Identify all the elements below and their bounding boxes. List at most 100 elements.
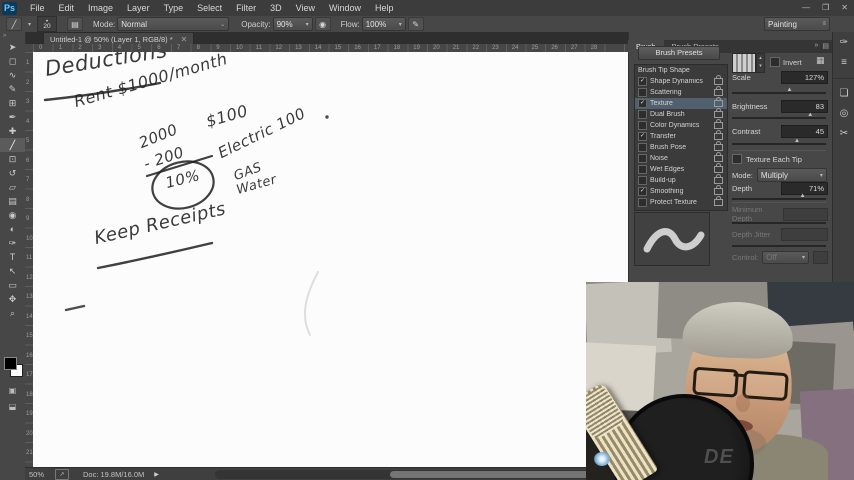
lock-icon[interactable] <box>714 163 723 173</box>
horizontal-scrollbar-thumb[interactable] <box>390 471 615 478</box>
texture-mode-select[interactable]: Multiply ▾ <box>756 168 827 182</box>
tab-close-icon[interactable]: ✕ <box>181 35 188 44</box>
eraser-tool[interactable]: ▱ <box>0 180 25 194</box>
blend-mode-select[interactable]: Normal ⌄ <box>117 17 230 31</box>
setting-checkbox[interactable] <box>638 110 647 119</box>
pressure-opacity-icon[interactable]: ◉ <box>314 17 331 31</box>
zoom-tool[interactable]: ⌕ <box>0 306 25 320</box>
foreground-color-swatch[interactable] <box>4 357 17 370</box>
healing-brush-tool[interactable]: ✚ <box>0 124 25 138</box>
lock-icon[interactable] <box>714 97 723 107</box>
menu-edit[interactable]: Edit <box>52 0 82 16</box>
lasso-tool[interactable]: ∿ <box>0 68 25 82</box>
menu-select[interactable]: Select <box>190 0 229 16</box>
marquee-tool[interactable]: ◻ <box>0 54 25 68</box>
brush-setting-texture[interactable]: ✓ Texture <box>635 97 727 109</box>
close-button[interactable]: ✕ <box>841 0 848 16</box>
texture-spinner-icon[interactable]: ▴ ▾ <box>756 53 765 73</box>
setting-checkbox[interactable] <box>638 143 647 152</box>
opacity-select[interactable]: 90% ▾ <box>272 17 313 31</box>
setting-checkbox[interactable] <box>638 154 647 163</box>
menu-view[interactable]: View <box>289 0 322 16</box>
scale-slider[interactable]: ▲ <box>732 86 826 94</box>
brush-setting-dual-brush[interactable]: Dual Brush <box>635 108 727 120</box>
type-tool[interactable]: T <box>0 250 25 264</box>
quick-selection-tool[interactable]: ✎ <box>0 82 25 96</box>
status-icon[interactable]: ↗ <box>55 469 69 480</box>
menu-filter[interactable]: Filter <box>229 0 263 16</box>
hand-tool[interactable]: ✥ <box>0 292 25 306</box>
menu-3d[interactable]: 3D <box>263 0 289 16</box>
brush-setting-noise[interactable]: Noise <box>635 152 727 164</box>
dock-brush-icon[interactable]: ✑ <box>833 32 854 52</box>
menu-file[interactable]: File <box>23 0 52 16</box>
rectangle-tool[interactable]: ▭ <box>0 278 25 292</box>
lock-icon[interactable] <box>714 108 723 118</box>
texture-swatch[interactable] <box>732 53 756 73</box>
menu-window[interactable]: Window <box>322 0 368 16</box>
eyedropper-tool[interactable]: ✒ <box>0 110 25 124</box>
brush-setting-scattering[interactable]: Scattering <box>635 86 727 98</box>
scale-value[interactable]: 127% <box>781 71 828 84</box>
setting-checkbox[interactable] <box>638 88 647 97</box>
setting-checkbox[interactable]: ✓ <box>638 132 647 141</box>
crop-tool[interactable]: ⊞ <box>0 96 25 110</box>
brush-setting-wet-edges[interactable]: Wet Edges <box>635 163 727 175</box>
lock-icon[interactable] <box>714 141 723 151</box>
texture-options-icon[interactable]: ▦ <box>816 55 825 66</box>
lock-icon[interactable] <box>714 75 723 85</box>
status-menu-arrow-icon[interactable]: ▶ <box>154 471 159 478</box>
horizontal-scrollbar[interactable] <box>215 470 620 479</box>
setting-checkbox[interactable] <box>638 198 647 207</box>
flow-select[interactable]: 100% ▾ <box>361 17 406 31</box>
workspace-switcher[interactable]: Painting ≡ <box>764 17 830 31</box>
dock-layers-icon[interactable]: ❏ <box>833 83 854 103</box>
gradient-tool[interactable]: ▤ <box>0 194 25 208</box>
brush-setting-brush-pose[interactable]: Brush Pose <box>635 141 727 153</box>
lock-icon[interactable] <box>714 130 723 140</box>
brush-setting-protect-texture[interactable]: Protect Texture <box>635 196 727 208</box>
menu-layer[interactable]: Layer <box>120 0 157 16</box>
setting-checkbox[interactable]: ✓ <box>638 187 647 196</box>
menu-type[interactable]: Type <box>157 0 191 16</box>
lock-icon[interactable] <box>714 185 723 195</box>
toggle-brush-panel-icon[interactable]: ▤ <box>67 17 84 31</box>
brush-preset-picker-icon[interactable]: ╱ <box>6 17 22 31</box>
brightness-slider[interactable]: ▲ <box>732 111 826 119</box>
brush-setting-brush-tip-shape[interactable]: Brush Tip Shape <box>635 65 727 76</box>
setting-checkbox[interactable] <box>638 165 647 174</box>
dock-channels-icon[interactable]: ◎ <box>833 103 854 123</box>
clone-stamp-tool[interactable]: ⊡ <box>0 152 25 166</box>
path-selection-tool[interactable]: ↖ <box>0 264 25 278</box>
setting-checkbox[interactable]: ✓ <box>638 77 647 86</box>
document-canvas[interactable]: Deductions Rent $1000/month 2000 - 200 $… <box>33 52 628 467</box>
lock-icon[interactable] <box>714 119 723 129</box>
zoom-level[interactable]: 50% <box>29 470 55 479</box>
history-brush-tool[interactable]: ↺ <box>0 166 25 180</box>
brush-preset-arrow-icon[interactable]: ▾ <box>28 21 31 28</box>
brush-setting-build-up[interactable]: Build-up <box>635 174 727 186</box>
quick-mask-button[interactable]: ▣ <box>0 384 25 397</box>
screen-mode-button[interactable]: ⬓ <box>0 400 25 413</box>
minimize-button[interactable]: — <box>802 0 810 16</box>
setting-checkbox[interactable] <box>638 176 647 185</box>
dock-clone-source-icon[interactable]: ✂ <box>833 123 854 143</box>
setting-checkbox[interactable] <box>638 121 647 130</box>
lock-icon[interactable] <box>714 196 723 206</box>
brush-presets-button[interactable]: Brush Presets <box>638 46 720 60</box>
lock-icon[interactable] <box>714 174 723 184</box>
dock-sliders-icon[interactable]: ≡ <box>833 52 854 72</box>
blur-tool[interactable]: ◉ <box>0 208 25 222</box>
brush-size-widget[interactable]: • 20 <box>37 16 58 32</box>
brush-setting-smoothing[interactable]: ✓ Smoothing <box>635 185 727 197</box>
pen-tool[interactable]: ✑ <box>0 236 25 250</box>
brush-setting-transfer[interactable]: ✓ Transfer <box>635 130 727 142</box>
texture-each-tip-checkbox[interactable] <box>732 154 742 164</box>
restore-button[interactable]: ❒ <box>822 0 829 16</box>
color-swatches[interactable] <box>3 356 23 378</box>
invert-checkbox[interactable] <box>770 57 780 67</box>
lock-icon[interactable] <box>714 86 723 96</box>
brush-tool[interactable]: ╱ <box>0 138 25 152</box>
setting-checkbox[interactable]: ✓ <box>638 99 647 108</box>
brush-setting-shape-dynamics[interactable]: ✓ Shape Dynamics <box>635 75 727 87</box>
